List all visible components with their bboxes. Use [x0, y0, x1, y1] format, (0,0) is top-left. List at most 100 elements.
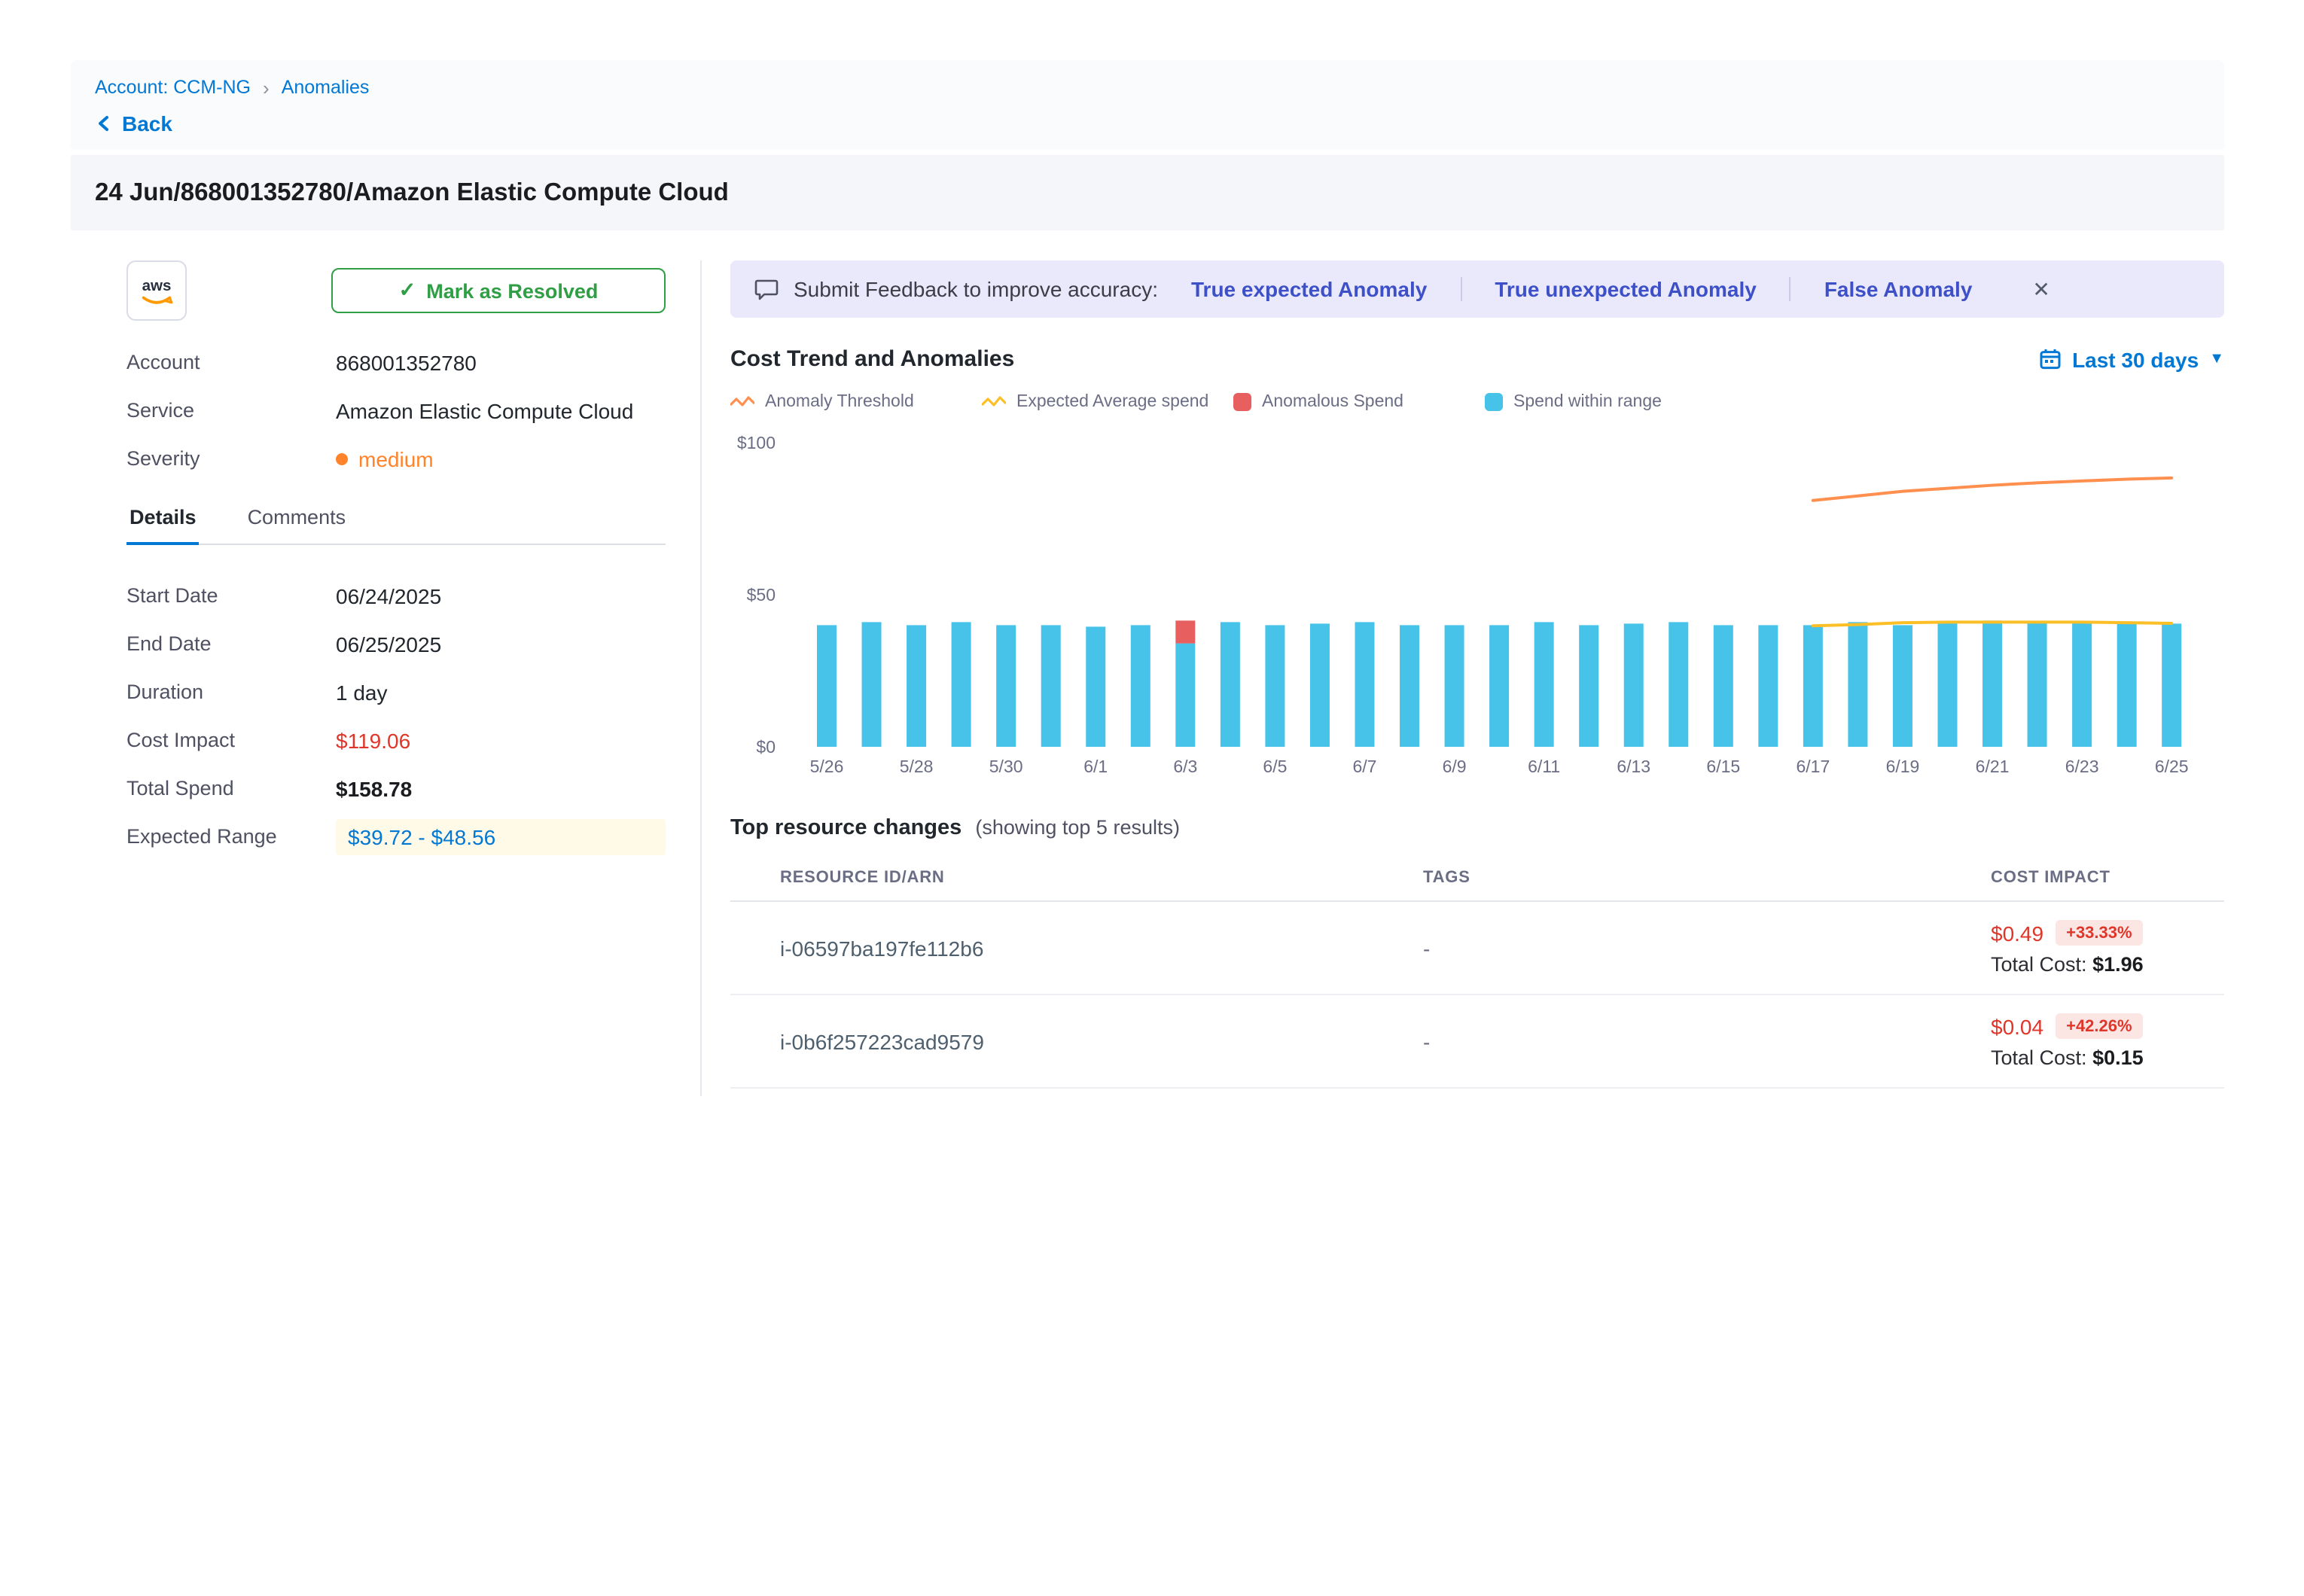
severity-dot-icon [336, 452, 348, 464]
comment-bubble-icon [754, 278, 779, 300]
cost-bar [2028, 622, 2047, 747]
resources-table: RESOURCE ID/ARNTAGSCOST IMPACT i-06597ba… [730, 855, 2224, 1089]
cost-bar [1848, 622, 1867, 747]
feedback-option[interactable]: True expected Anomaly [1191, 277, 1427, 301]
cost-impact-amount: $0.49 [1991, 921, 2043, 945]
separator [1460, 277, 1461, 301]
svg-text:aws: aws [142, 277, 172, 294]
field-label: Start Date [126, 584, 336, 607]
legend-label: Anomaly Threshold [765, 393, 914, 411]
total-cost-line: Total Cost: $0.15 [1991, 1046, 2224, 1069]
cost-bar [1579, 625, 1598, 747]
x-axis-label: 5/28 [900, 757, 934, 776]
main-content: aws ✓ Mark as Resolved Account8680013527… [0, 230, 2304, 1096]
cost-bar [2117, 622, 2137, 747]
severity-text: medium [358, 446, 434, 471]
field-label: Cost Impact [126, 729, 336, 751]
resources-title: Top resource changes [730, 816, 962, 840]
cost-bar [1669, 622, 1688, 747]
legend-item: Expected Average spend [982, 393, 1233, 411]
cost-bar [817, 625, 837, 747]
chevron-down-icon: ▼ [2209, 351, 2224, 367]
close-icon[interactable]: ✕ [2032, 279, 2050, 300]
y-axis-label: $100 [737, 433, 776, 452]
chart-title: Cost Trend and Anomalies [730, 346, 1014, 372]
legend-swatch-icon [1485, 393, 1503, 411]
resource-tags: - [1423, 936, 1991, 960]
cost-impact-line: $0.49 +33.33% [1991, 920, 2224, 946]
chart-legend: Anomaly ThresholdExpected Average spendA… [730, 393, 2224, 411]
x-axis-label: 6/19 [1886, 757, 1920, 776]
field-row: ServiceAmazon Elastic Compute Cloud [126, 396, 666, 425]
cost-impact-amount: $0.04 [1991, 1014, 2043, 1038]
field-row: Expected Range$39.72 - $48.56 [126, 822, 666, 851]
feedback-option[interactable]: True unexpected Anomaly [1495, 277, 1757, 301]
legend-label: Spend within range [1513, 393, 1662, 411]
cost-bar [996, 625, 1016, 747]
cost-impact-percent-badge: +42.26% [2056, 1013, 2142, 1039]
field-value: $39.72 - $48.56 [336, 818, 666, 854]
cost-bar [907, 625, 926, 747]
field-label: Expected Range [126, 825, 336, 848]
cost-bar [1803, 625, 1823, 747]
x-axis-label: 5/30 [989, 757, 1023, 776]
tab-details[interactable]: Details [126, 506, 200, 545]
cost-impact-percent-badge: +33.33% [2056, 920, 2142, 946]
resource-cost-cell: $0.49+33.33%Total Cost: $1.96 [1991, 920, 2224, 976]
field-row: Account868001352780 [126, 348, 666, 376]
legend-swatch-icon [1233, 393, 1251, 411]
field-row: Start Date06/24/2025 [126, 581, 666, 610]
x-axis-label: 6/15 [1706, 757, 1740, 776]
legend-item: Anomaly Threshold [730, 393, 982, 411]
field-row: Severitymedium [126, 444, 666, 473]
breadcrumb-anomalies-link[interactable]: Anomalies [282, 77, 370, 98]
anomalous-cost-bar-segment [1175, 620, 1195, 643]
field-label: Account [126, 351, 336, 373]
date-range-select[interactable]: Last 30 days ▼ [2039, 347, 2224, 371]
calendar-icon [2039, 348, 2062, 370]
cost-bar [1041, 625, 1061, 747]
field-value: 1 day [336, 680, 666, 704]
x-axis-label: 6/11 [1528, 757, 1560, 776]
breadcrumb-account-link[interactable]: Account: CCM-NG [95, 77, 251, 98]
mark-as-resolved-button[interactable]: ✓ Mark as Resolved [331, 268, 666, 313]
column-header: TAGS [1423, 869, 1991, 887]
page-frame: Account: CCM-NG › Anomalies Back 24 Jun/… [71, 60, 2224, 230]
x-axis-label: 6/21 [1976, 757, 2010, 776]
cost-bar [1175, 644, 1195, 747]
field-value: medium [336, 446, 666, 471]
cost-bar [1938, 622, 1958, 747]
x-axis-label: 6/9 [1443, 757, 1467, 776]
x-axis-label: 5/26 [810, 757, 844, 776]
chart-header: Cost Trend and Anomalies Last 30 days ▼ [730, 346, 2224, 372]
feedback-prompt: Submit Feedback to improve accuracy: [794, 277, 1158, 301]
cost-bar [2072, 622, 2092, 747]
cost-bar [2162, 623, 2181, 747]
legend-label: Expected Average spend [1016, 393, 1208, 411]
cost-bar [1400, 625, 1419, 747]
field-value: $158.78 [336, 776, 666, 800]
anomaly-detail-page: Account: CCM-NG › Anomalies Back 24 Jun/… [0, 60, 2304, 1596]
cost-bar [1714, 625, 1733, 747]
resource-tags: - [1423, 1029, 1991, 1053]
resources-table-body: i-06597ba197fe112b6-$0.49+33.33%Total Co… [730, 902, 2224, 1089]
detail-tabs: Details Comments [126, 506, 666, 545]
cost-trend-chart: $0$50$1005/265/285/306/16/36/56/76/96/11… [730, 423, 2206, 792]
chevron-right-icon: › [263, 78, 270, 97]
feedback-option[interactable]: False Anomaly [1824, 277, 1973, 301]
anomaly-detail-fields: Start Date06/24/2025End Date06/25/2025Du… [126, 581, 666, 851]
x-axis-label: 6/7 [1352, 757, 1376, 776]
field-label: Total Spend [126, 777, 336, 800]
cost-bar [1624, 623, 1644, 747]
back-link[interactable]: Back [95, 111, 2200, 136]
resource-id: i-06597ba197fe112b6 [780, 936, 1423, 960]
cost-bar [862, 622, 882, 747]
cost-bar [1310, 623, 1330, 747]
page-title: 24 Jun/868001352780/Amazon Elastic Compu… [95, 178, 729, 207]
title-bar: 24 Jun/868001352780/Amazon Elastic Compu… [71, 155, 2224, 230]
separator [1790, 277, 1791, 301]
anomaly-threshold-line [1813, 478, 2171, 501]
tab-comments[interactable]: Comments [245, 506, 349, 545]
legend-line-icon [730, 394, 754, 410]
x-axis-label: 6/17 [1796, 757, 1830, 776]
